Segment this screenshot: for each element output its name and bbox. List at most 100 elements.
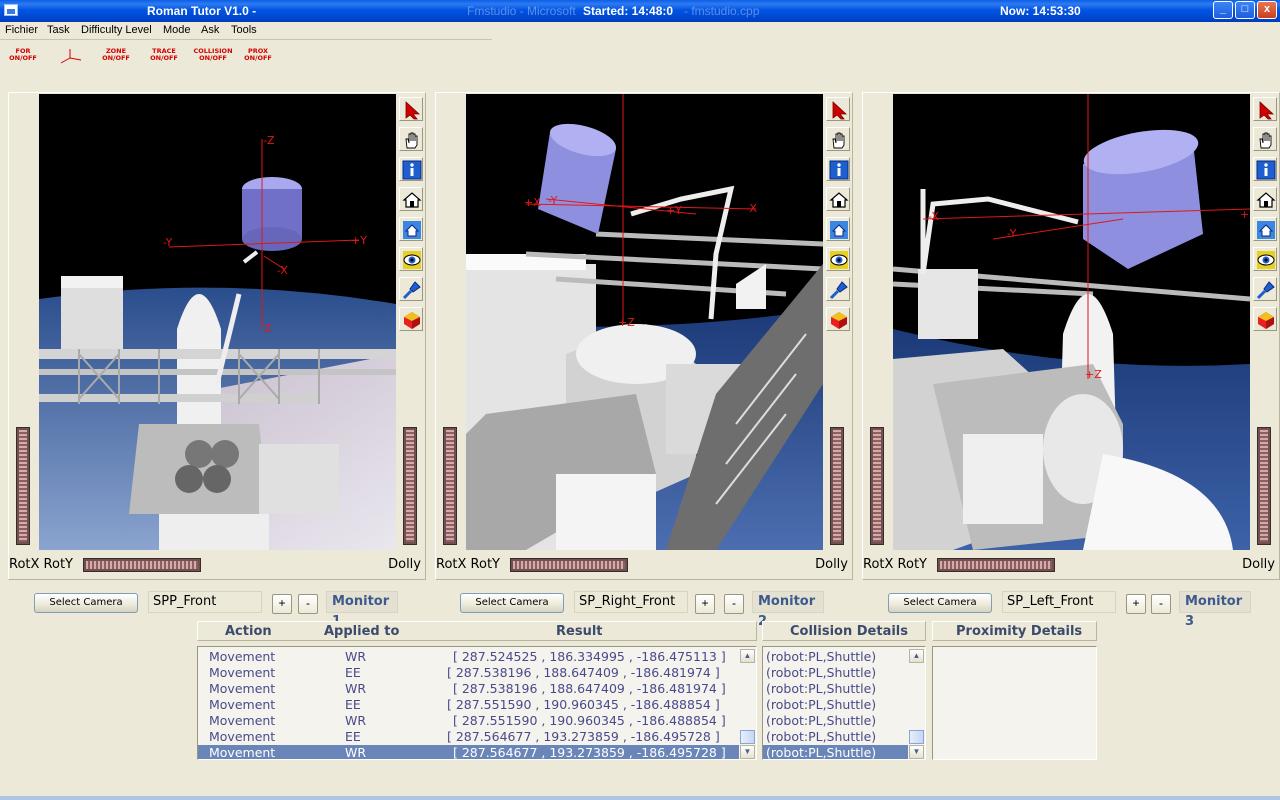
row-result: [ 287.538196 , 188.647409 , -186.481974 … (453, 681, 726, 696)
camera-minus-button[interactable]: - (298, 594, 318, 614)
monitor-2-viewport[interactable]: +X -Y +Y -X +Z (466, 94, 823, 550)
info-button[interactable] (1253, 157, 1277, 181)
scroll-up-arrow[interactable]: ▲ (740, 649, 755, 663)
select-arrow-button[interactable] (399, 97, 423, 121)
scroll-down-arrow[interactable]: ▼ (909, 745, 924, 759)
monitor-1-dolly-slider[interactable] (403, 427, 417, 545)
menu-difficulty-level[interactable]: Difficulty Level (81, 24, 152, 36)
select-arrow-button[interactable] (1253, 97, 1277, 121)
scroll-down-arrow[interactable]: ▼ (740, 745, 755, 759)
list-item[interactable]: (robot:PL,Shuttle) (763, 729, 925, 745)
monitor-1-rotx-slider[interactable] (16, 427, 30, 545)
view-all-button[interactable] (1253, 247, 1277, 271)
collision-text: (robot:PL,Shuttle) (766, 649, 877, 664)
scroll-up-arrow[interactable]: ▲ (909, 649, 924, 663)
list-item[interactable]: (robot:PL,Shuttle) (763, 665, 925, 681)
column-header-applied-to[interactable]: Applied to (324, 623, 399, 641)
monitor-2-roty-slider[interactable] (510, 558, 628, 572)
list-item[interactable]: (robot:PL,Shuttle) (763, 681, 925, 697)
home-view-button[interactable] (399, 187, 423, 211)
info-button[interactable] (826, 157, 850, 181)
menu-ask[interactable]: Ask (201, 24, 219, 36)
monitor-3-rotx-slider[interactable] (870, 427, 884, 545)
column-header-action[interactable]: Action (225, 623, 272, 641)
prox-toggle-button[interactable]: PROX ON/OFF (240, 48, 276, 62)
camera-minus-button[interactable]: - (724, 594, 744, 614)
collision-toggle-button[interactable]: COLLISION ON/OFF (192, 48, 234, 62)
select-camera-button[interactable]: Select Camera (888, 593, 992, 613)
pan-hand-button[interactable] (826, 127, 850, 151)
home-view-button[interactable] (1253, 187, 1277, 211)
monitor-3-viewport[interactable]: -X -Y + +Z (893, 94, 1250, 550)
camera-plus-button[interactable]: + (272, 594, 292, 614)
axes-toggle-button[interactable]: Y (51, 48, 87, 66)
seek-button[interactable] (1253, 277, 1277, 301)
menu-tools[interactable]: Tools (231, 24, 257, 36)
monitor-3-dolly-label: Dolly (1242, 557, 1275, 572)
table-row[interactable]: Movement WR [ 287.551590 , 190.960345 , -1… (198, 713, 756, 729)
list-item[interactable]: (robot:PL,Shuttle) (763, 649, 925, 665)
seek-button[interactable] (826, 277, 850, 301)
menu-fichier[interactable]: Fichier (5, 24, 38, 36)
column-header-result[interactable]: Result (556, 623, 603, 641)
camera-plus-button[interactable]: + (1126, 594, 1146, 614)
menu-mode[interactable]: Mode (163, 24, 191, 36)
close-button[interactable]: x (1257, 1, 1277, 19)
view-all-button[interactable] (399, 247, 423, 271)
set-home-button[interactable] (399, 217, 423, 241)
row-action: Movement (209, 681, 276, 696)
log-list[interactable]: Movement WR [ 287.524525 , 186.334995 , -1… (197, 646, 757, 760)
collision-scrollbar[interactable]: ▲ ▼ (909, 648, 924, 759)
pan-hand-button[interactable] (1253, 127, 1277, 151)
scroll-thumb[interactable] (740, 730, 755, 744)
axis-label: -Y (1007, 227, 1017, 240)
camera-name-field[interactable]: SPP_Front (148, 591, 262, 613)
log-scrollbar[interactable]: ▲ ▼ (740, 648, 755, 759)
info-button[interactable] (399, 157, 423, 181)
camera-minus-button[interactable]: - (1151, 594, 1171, 614)
set-home-button[interactable] (1253, 217, 1277, 241)
trace-toggle-button[interactable]: TRACE ON/OFF (146, 48, 182, 62)
view-all-button[interactable] (826, 247, 850, 271)
axis-label: -X (928, 210, 939, 223)
monitor-3-roty-slider[interactable] (937, 558, 1055, 572)
select-arrow-button[interactable] (826, 97, 850, 121)
proximity-list[interactable] (932, 646, 1097, 760)
camera-plus-button[interactable]: + (695, 594, 715, 614)
table-row[interactable]: Movement EE [ 287.564677 , 193.273859 , -1… (198, 729, 756, 745)
maximize-button[interactable]: □ (1235, 1, 1255, 19)
scroll-thumb[interactable] (909, 730, 924, 744)
taskbar-edge (0, 796, 1280, 800)
list-item[interactable]: (robot:PL,Shuttle) (763, 713, 925, 729)
table-row[interactable]: Movement WR [ 287.538196 , 188.647409 , -1… (198, 681, 756, 697)
collision-header-label: Collision Details (790, 624, 908, 639)
table-row[interactable]: Movement EE [ 287.538196 , 188.647409 , -1… (198, 665, 756, 681)
select-camera-button[interactable]: Select Camera (460, 593, 564, 613)
projection-button[interactable] (826, 307, 850, 331)
minimize-button[interactable]: _ (1213, 1, 1233, 19)
home-view-button[interactable] (826, 187, 850, 211)
collision-list[interactable]: (robot:PL,Shuttle) (robot:PL,Shuttle) (r… (762, 646, 926, 760)
table-row-selected[interactable]: Movement WR [ 287.564677 , 193.273859 , -1… (198, 745, 739, 759)
select-camera-button[interactable]: Select Camera (34, 593, 138, 613)
monitor-1-viewport[interactable]: -Z -Y +Y -X Z (39, 94, 396, 550)
monitor-2-rotx-slider[interactable] (443, 427, 457, 545)
table-row[interactable]: Movement EE [ 287.551590 , 190.960345 , -1… (198, 697, 756, 713)
monitor-3-dolly-slider[interactable] (1257, 427, 1271, 545)
pan-hand-button[interactable] (399, 127, 423, 151)
camera-name-field[interactable]: SP_Left_Front (1002, 591, 1116, 613)
list-item[interactable]: (robot:PL,Shuttle) (763, 697, 925, 713)
camera-name-field[interactable]: SP_Right_Front (574, 591, 688, 613)
projection-button[interactable] (1253, 307, 1277, 331)
list-item-selected[interactable]: (robot:PL,Shuttle) (763, 745, 908, 759)
seek-button[interactable] (399, 277, 423, 301)
menu-task[interactable]: Task (47, 24, 70, 36)
projection-button[interactable] (399, 307, 423, 331)
monitor-2-dolly-slider[interactable] (830, 427, 844, 545)
zone-toggle-button[interactable]: ZONE ON/OFF (98, 48, 134, 62)
table-row[interactable]: Movement WR [ 287.524525 , 186.334995 , -1… (198, 649, 756, 665)
monitor-1-roty-slider[interactable] (83, 558, 201, 572)
app-icon[interactable] (4, 4, 18, 16)
for-toggle-button[interactable]: FOR ON/OFF (5, 48, 41, 62)
set-home-button[interactable] (826, 217, 850, 241)
